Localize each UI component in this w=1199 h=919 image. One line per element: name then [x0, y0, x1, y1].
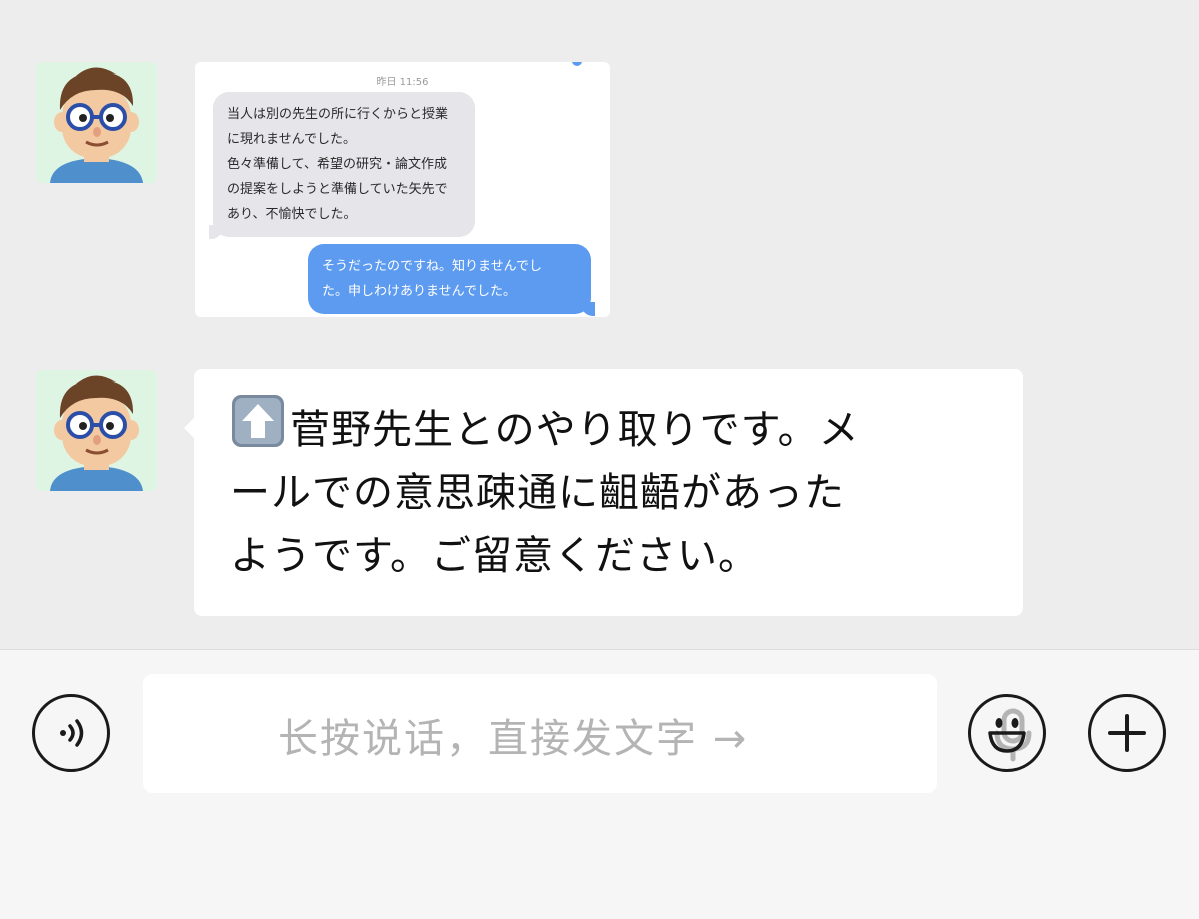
avatar[interactable] [36, 370, 157, 491]
screenshot-received-bubble: 当人は別の先生の所に行くからと授業 に現れませんでした。 色々準備して、希望の研… [209, 92, 475, 239]
smiley-icon [988, 718, 1026, 753]
screenshot-sent-line: そうだったのですね。知りませんでし [322, 259, 542, 274]
screenshot-received-line: 当人は別の先生の所に行くからと授業 [227, 107, 449, 122]
screenshot-received-line: あり、不愉快でした。 [227, 207, 357, 222]
message-line: 菅野先生とのやり取りです。メ [230, 393, 993, 462]
avatar[interactable] [36, 62, 157, 183]
up-arrow-emoji-icon [232, 395, 284, 447]
screenshot-received-line: 色々準備して、希望の研究・論文作成 [227, 157, 447, 172]
screenshot-received-line: に現れませんでした。 [227, 132, 356, 147]
message-line: ールでの意思疎通に齟齬があった [230, 470, 845, 516]
screenshot-sent-bubble: そうだったのですね。知りませんでし た。申しわけありませんでした。 [308, 244, 595, 316]
screenshot-crop-edge [572, 62, 582, 66]
avatar-illustration [36, 62, 157, 183]
message-line-text: 菅野先生とのやり取りです。メ [290, 407, 860, 453]
emoji-button[interactable] [968, 694, 1046, 772]
screenshot-received-line: の提案をしようと準備していた矢先で [227, 182, 448, 197]
more-button[interactable] [1088, 694, 1166, 772]
screenshot-sent-line: た。申しわけありませんでした。 [322, 284, 516, 299]
screenshot-timestamp: 昨日 11:56 [376, 77, 429, 88]
avatar-illustration [36, 370, 157, 491]
text-message-body: 菅野先生とのやり取りです。メ ールでの意思疎通に齟齬があった ようです。ご留意く… [230, 393, 993, 588]
plus-icon [1108, 714, 1146, 752]
voice-icon [60, 719, 84, 747]
message-input-field[interactable]: 长按说话，直接发文字 → [143, 674, 1032, 793]
screenshot-image-message[interactable]: 昨日 11:56 当人は別の先生の所に行くからと授業 に現れませんでした。 色々… [195, 62, 610, 317]
text-message-bubble[interactable]: 菅野先生とのやり取りです。メ ールでの意思疎通に齟齬があった ようです。ご留意く… [184, 369, 1023, 616]
message-line: ようです。ご留意ください。 [230, 533, 759, 579]
input-placeholder: 长按说话，直接发文字 → [278, 716, 749, 762]
voice-toggle-button[interactable] [32, 694, 110, 772]
chat-input-bar: 长按说话，直接发文字 → [0, 649, 1199, 919]
